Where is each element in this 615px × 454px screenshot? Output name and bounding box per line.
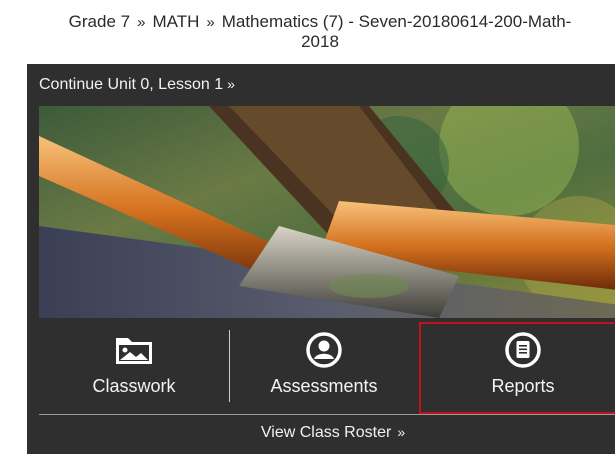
view-class-roster-link[interactable]: View Class Roster » [39,424,615,442]
chevron-right-icon: » [227,76,235,92]
image-folder-icon [114,332,154,368]
class-hero-image [39,106,615,318]
assessments-button[interactable]: Assessments [229,318,419,414]
breadcrumb-grade[interactable]: Grade 7 [69,12,130,31]
breadcrumb-separator: » [137,14,146,31]
breadcrumb-subject[interactable]: MATH [152,12,199,31]
continue-lesson-link[interactable]: Continue Unit 0, Lesson 1» [39,76,235,94]
assessments-label: Assessments [270,376,378,396]
class-actions: Classwork Assessments Reports [39,318,615,414]
roster-divider [39,414,615,415]
breadcrumb-class-continued: 2018 [301,32,339,51]
breadcrumb-class[interactable]: Mathematics (7) - Seven-20180614-200-Mat… [222,12,572,31]
chevron-right-icon: » [397,424,406,440]
user-circle-icon [305,332,343,368]
continue-lesson-label: Continue Unit 0, Lesson 1 [39,76,224,93]
roster-label: View Class Roster [260,424,392,441]
class-card: Continue Unit 0, Lesson 1» Classwork Ass… [27,64,615,454]
classwork-label: Classwork [92,376,176,396]
breadcrumb: Grade 7 » MATH » Mathematics (7) - Seven-201… [0,12,615,51]
breadcrumb-separator: » [206,14,215,31]
classwork-button[interactable]: Classwork [39,318,229,414]
reports-highlight-box [419,322,615,414]
